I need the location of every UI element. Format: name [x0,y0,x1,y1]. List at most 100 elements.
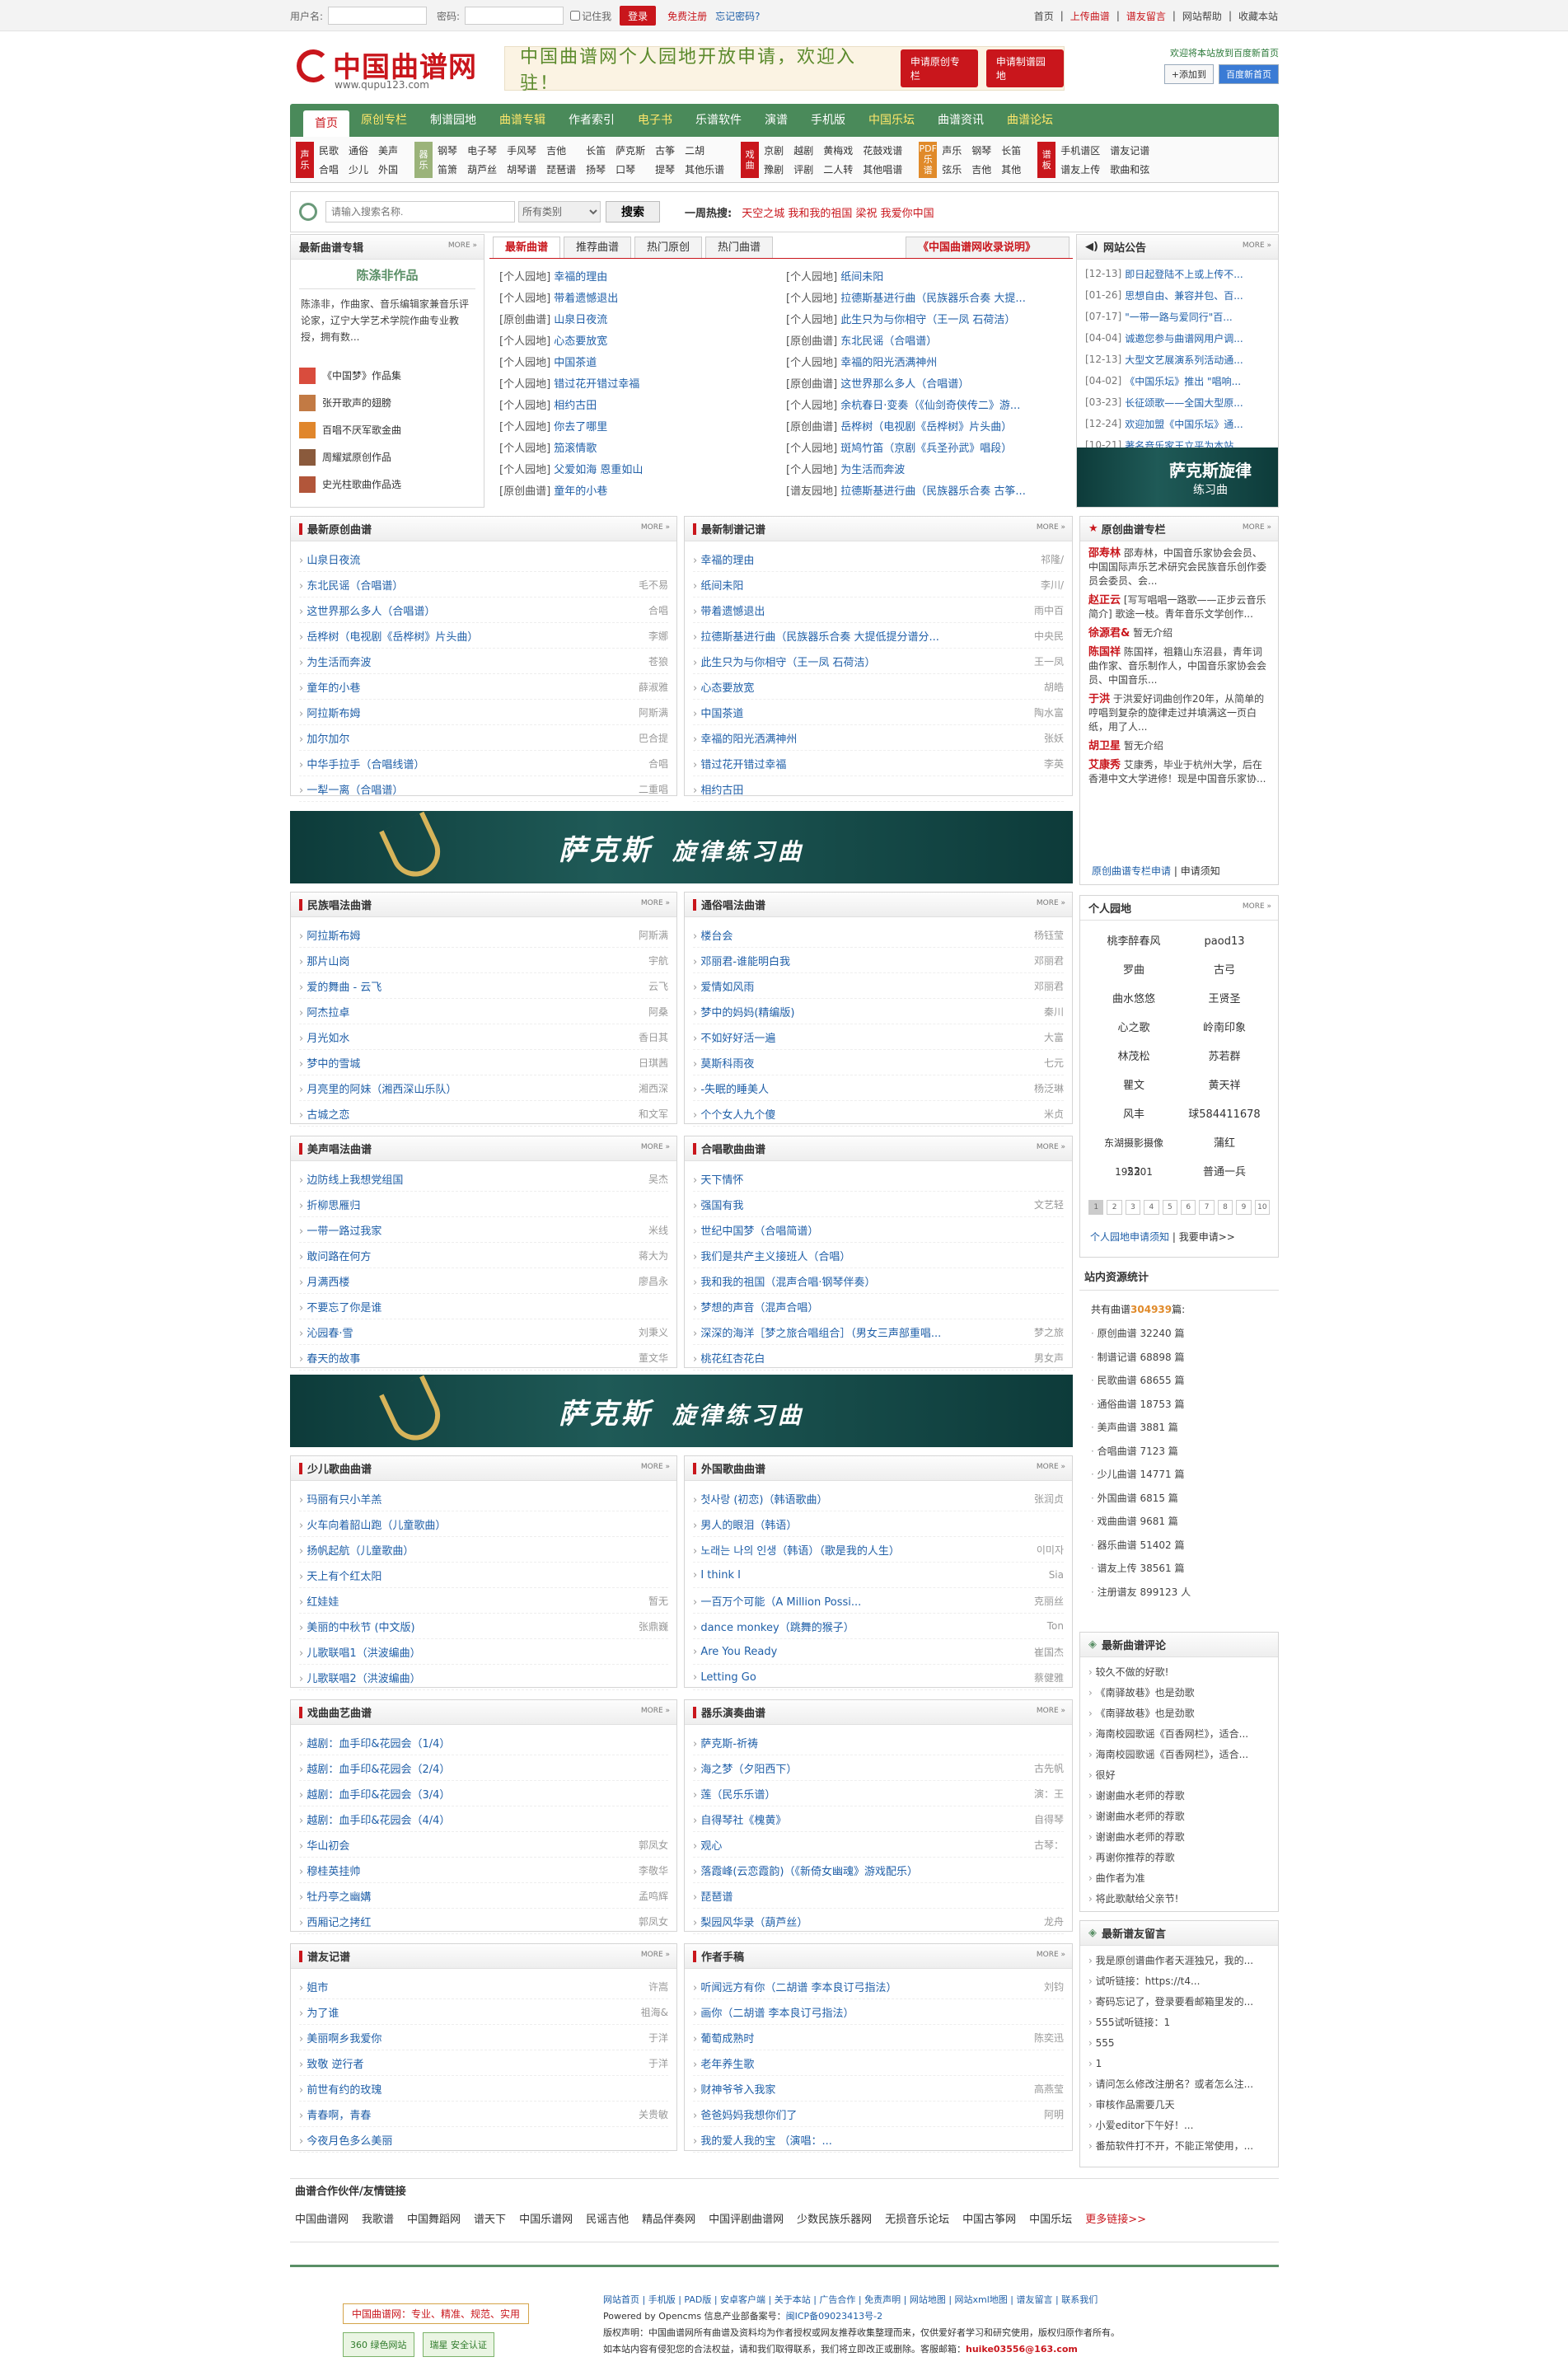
more-link[interactable]: MORE » [1037,1143,1065,1151]
list-item[interactable]: 为生活而奔波苍狼 [299,649,668,674]
tab-hot-original[interactable]: 热门原创 [634,237,703,258]
tab-latest[interactable]: 最新曲谱 [493,237,561,258]
column-person[interactable]: 赵正云 [写写唱唱一路歌——正步云音乐简介] 歌途一枝。青年音乐文学创作... [1088,593,1270,621]
latest-item[interactable]: [个人园地] 相约古田 [499,396,776,417]
cat-link[interactable]: 二人转 [823,162,853,176]
list-item[interactable]: 财神爷爷入我家高燕莹 [693,2076,1064,2102]
page-button[interactable]: 7 [1199,1200,1215,1215]
page-button[interactable]: 5 [1162,1200,1178,1215]
list-item[interactable]: 前世有约的玫瑰 [299,2076,668,2102]
more-link[interactable]: MORE » [641,1143,670,1151]
album-item[interactable]: 史光柱歌曲作品选 [322,477,401,491]
page-button[interactable]: 8 [1217,1200,1233,1215]
hot-search-words[interactable]: 天空之城 我和我的祖国 梁祝 我爱你中国 [742,204,934,220]
cat-link[interactable]: 豫剧 [764,162,784,176]
friend-link[interactable]: 中国舞蹈网 [407,2210,461,2226]
list-item[interactable]: 玛丽有只小羊羔 [299,1486,668,1511]
comment-item[interactable]: 曲作者为准 [1088,1868,1270,1889]
cat-link[interactable]: 笛箫 [438,162,457,176]
list-item[interactable]: 一犁一离（合唱谱）二重唱 [299,776,668,802]
page-button[interactable]: 9 [1236,1200,1252,1215]
cat-link[interactable]: 民歌 [319,143,339,157]
column-notice-link[interactable]: 申请须知 [1181,865,1220,877]
list-item[interactable]: 致敬 逆行者于洋 [299,2050,668,2076]
notice-item[interactable]: [12-13] 大型文艺展演系列活动通... [1077,349,1278,370]
garden-want-link[interactable]: 我要申请>> [1179,1231,1235,1243]
garden-name[interactable]: 东湖摄影摄像195301 [1088,1129,1179,1178]
list-item[interactable]: 相约古田 [693,776,1064,802]
list-item[interactable]: 个个女人九个傻米贞 [693,1101,1064,1127]
comment-item[interactable]: 海南校园歌谣《百香网栏》，适合... [1088,1724,1270,1745]
top-link-help[interactable]: 网站帮助 [1182,9,1222,23]
list-item[interactable]: 一带一路过我家米线 [299,1217,668,1243]
latest-item[interactable]: [原创曲谱] 山泉日夜流 [499,310,776,331]
list-item[interactable]: 男人的眼泪（韩语） [693,1511,1064,1537]
list-item[interactable]: 强国有我文艺轻 [693,1192,1064,1217]
list-item[interactable]: I think ISia [693,1563,1064,1588]
nav-mobile[interactable]: 手机版 [799,107,857,134]
list-item[interactable]: 纸间未阳李川/ [693,572,1064,597]
cat-link[interactable]: 扬琴 [586,162,606,176]
cat-link[interactable]: 外国 [378,162,398,176]
list-item[interactable]: 月满西楼廖昌永 [299,1268,668,1294]
list-item[interactable]: 不要忘了你是谁 [299,1294,668,1319]
list-item[interactable]: -失眠的睡美人杨泛琳 [693,1075,1064,1101]
friend-link[interactable]: 民谣吉他 [586,2210,629,2226]
message-item[interactable]: 1 [1088,2054,1270,2074]
comment-item[interactable]: 《南驿故巷》也是劲歌 [1088,1703,1270,1724]
cat-link[interactable]: 长笛 [1001,143,1021,157]
list-item[interactable]: 爸爸妈妈我想你们了阿明 [693,2102,1064,2127]
notice-item[interactable]: [04-02] 《中国乐坛》推出 "唱响... [1077,370,1278,391]
cat-link[interactable]: 吉他 [971,162,991,176]
latest-item[interactable]: [个人园地] 纸间未阳 [786,267,1063,288]
list-item[interactable]: 折柳思雁归 [299,1192,668,1217]
list-item[interactable]: 桃花红杏花白男女声 [693,1345,1064,1371]
page-button[interactable]: 4 [1144,1200,1159,1215]
list-item[interactable]: 岳桦树（电视剧《岳桦树》片头曲）李娜 [299,623,668,649]
latest-item[interactable]: [原创曲谱] 童年的小巷 [499,481,776,503]
footer-links[interactable]: 网站首页 | 手机版 | PAD版 | 安卓客户端 | 关于本站 | 广告合作 … [603,2292,1120,2308]
register-link[interactable]: 免费注册 [667,9,707,23]
list-item[interactable]: 楼台会杨钰莹 [693,922,1064,948]
latest-item[interactable]: [个人园地] 余杭春日·变奏（《仙剑奇侠传二》游... [786,396,1063,417]
list-item[interactable]: 自得琴社《槐黄》自得琴 [693,1806,1064,1832]
column-person[interactable]: 徐源君& 暂无介绍 [1088,626,1270,640]
latest-item[interactable]: [个人园地] 父爱如海 恩重如山 [499,460,776,481]
apply-garden-button[interactable]: 申请制谱园地 [985,49,1065,87]
sax-banner[interactable]: 萨克斯 旋律练习曲 [290,1375,1073,1449]
list-item[interactable]: Letting Go蔡健雅 [693,1665,1064,1690]
add-to-button[interactable]: +添加到 [1163,64,1214,84]
tab-hot[interactable]: 热门曲谱 [705,237,774,258]
password-input[interactable] [465,7,564,25]
top-link-guestbook[interactable]: 谱友留言 [1126,9,1166,23]
album-item[interactable]: 《中国梦》作品集 [322,368,401,382]
list-item[interactable]: 邓丽君-谁能明白我邓丽君 [693,948,1064,973]
list-item[interactable]: 春天的故事董文华 [299,1345,668,1371]
comment-item[interactable]: 将此歌献给父亲节! [1088,1889,1270,1909]
list-item[interactable]: 儿歌联唱1（洪波编曲） [299,1639,668,1665]
sax-mini-banner[interactable]: 萨克斯旋律 练习曲 [1077,447,1278,507]
latest-item[interactable]: [个人园地] 斑鸠竹笛（京剧《兵圣孙武》唱段） [786,438,1063,460]
friend-link[interactable]: 中国乐坛 [1029,2210,1072,2226]
list-item[interactable]: 阿杰拉卓阿桑 [299,999,668,1024]
list-item[interactable]: 琵琶谱 [693,1883,1064,1909]
list-item[interactable]: 此生只为与你相守（王一凤 石荷洁）王一凤 [693,649,1064,674]
list-item[interactable]: Are You Ready崔国杰 [693,1639,1064,1665]
column-person[interactable]: 于洪 于洪爱好词曲创作20年，从简单的哼唱到复杂的旋律走过并填满这一页白纸，用了… [1088,692,1270,734]
latest-item[interactable]: [谱友园地] 拉德斯基进行曲（民族器乐合奏 古筝... [786,481,1063,503]
list-item[interactable]: 爱情如风雨邓丽君 [693,973,1064,999]
more-link[interactable]: MORE » [641,1707,670,1715]
page-button[interactable]: 2 [1107,1200,1122,1215]
list-item[interactable]: 火车向着韶山跑（儿童歌曲） [299,1511,668,1537]
list-item[interactable]: 一百万个可能（A Million Possi...克丽丝 [693,1588,1064,1614]
list-item[interactable]: 美丽啊乡我爱你于洋 [299,2025,668,2050]
list-item[interactable]: dance monkey（跳舞的猴子）Ton [693,1614,1064,1639]
garden-name[interactable]: 22 [1088,1158,1179,1187]
notice-item[interactable]: [12-24] 欢迎加盟《中国乐坛》通... [1077,413,1278,434]
latest-item[interactable]: [个人园地] 心态要放宽 [499,331,776,353]
apply-column-button[interactable]: 申请原创专栏 [900,49,978,87]
list-item[interactable]: 古城之恋和文军 [299,1101,668,1127]
notice-item[interactable]: [12-13] 即日起登陆不上或上传不... [1077,263,1278,284]
security-badge[interactable]: 瑞星 安全认证 [422,2332,494,2357]
latest-item[interactable]: [个人园地] 幸福的阳光洒满神州 [786,353,1063,374]
